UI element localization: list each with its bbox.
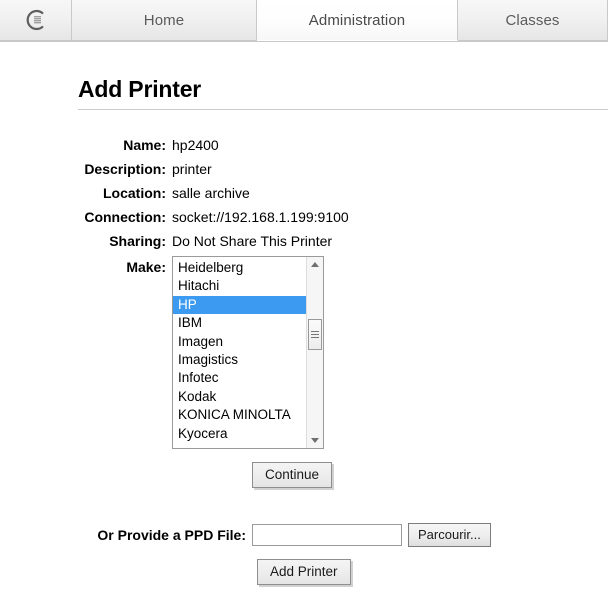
- scroll-up-arrow-icon[interactable]: [307, 257, 323, 272]
- continue-spacer: [0, 462, 252, 488]
- ppd-file-label: Or Provide a PPD File:: [97, 527, 246, 543]
- scrollbar-thumb[interactable]: [308, 319, 322, 350]
- make-option[interactable]: Imagen: [173, 333, 306, 351]
- add-printer-button-row: Add Printer: [0, 559, 608, 585]
- ppd-file-input[interactable]: [252, 524, 402, 546]
- name-label: Name:: [123, 137, 166, 153]
- tab-classes-label: Classes: [505, 11, 560, 29]
- form-row-location: Location: salle archive: [0, 183, 608, 203]
- name-value: hp2400: [172, 137, 219, 153]
- page-title: Add Printer: [78, 76, 202, 102]
- cups-logo-icon: [24, 8, 48, 32]
- form-row-name: Name: hp2400: [0, 135, 608, 155]
- tab-home-label: Home: [143, 11, 185, 29]
- tab-home[interactable]: Home: [72, 0, 257, 41]
- form-row-connection: Connection: socket://192.168.1.199:9100: [0, 207, 608, 227]
- continue-button-row: Continue: [0, 462, 608, 488]
- connection-label: Connection:: [84, 209, 166, 225]
- tab-cups-logo[interactable]: [0, 0, 72, 41]
- make-option[interactable]: Imagistics: [173, 351, 306, 369]
- sharing-label: Sharing:: [109, 233, 166, 249]
- make-option[interactable]: Hitachi: [173, 277, 306, 295]
- location-label: Location:: [103, 185, 166, 201]
- form-row-make: Make: Heidelberg Hitachi HP IBM Imagen Imagis…: [0, 256, 608, 449]
- continue-button[interactable]: Continue: [252, 462, 333, 488]
- tab-administration[interactable]: Administration: [257, 0, 458, 41]
- make-option-list[interactable]: Heidelberg Hitachi HP IBM Imagen Imagistics In…: [173, 257, 306, 448]
- add-printer-button[interactable]: Add Printer: [257, 559, 351, 585]
- make-option[interactable]: Kodak: [173, 388, 306, 406]
- make-listbox-scrollbar[interactable]: [306, 257, 323, 448]
- add-printer-spacer: [0, 559, 257, 585]
- make-option[interactable]: HP: [173, 295, 306, 315]
- make-option[interactable]: KONICA MINOLTA: [173, 406, 306, 424]
- make-option[interactable]: Heidelberg: [173, 259, 306, 277]
- make-option[interactable]: IBM: [173, 314, 306, 332]
- make-listbox[interactable]: Heidelberg Hitachi HP IBM Imagen Imagistics In…: [172, 256, 324, 449]
- ppd-file-row: Or Provide a PPD File: Parcourir...: [0, 523, 608, 547]
- add-printer-form: Name: hp2400 Description: printer Locati…: [0, 135, 608, 585]
- page-content: Add Printer Name: hp2400 Description: pr…: [0, 42, 608, 585]
- make-label: Make:: [126, 259, 166, 275]
- make-option[interactable]: Kyocera: [173, 425, 306, 443]
- description-value: printer: [172, 161, 212, 177]
- form-row-description: Description: printer: [0, 159, 608, 179]
- tab-administration-label: Administration: [308, 11, 406, 29]
- browse-file-button[interactable]: Parcourir...: [408, 523, 491, 547]
- tab-classes[interactable]: Classes: [458, 0, 608, 41]
- make-option[interactable]: Infotec: [173, 369, 306, 387]
- title-divider: [78, 109, 608, 110]
- location-value: salle archive: [172, 185, 250, 201]
- main-navigation-tabs: Home Administration Classes: [0, 0, 608, 42]
- sharing-value: Do Not Share This Printer: [172, 233, 333, 249]
- scroll-down-arrow-icon[interactable]: [307, 433, 323, 448]
- description-label: Description:: [84, 161, 166, 177]
- connection-value: socket://192.168.1.199:9100: [172, 209, 349, 225]
- form-row-sharing: Sharing: Do Not Share This Printer: [0, 231, 608, 251]
